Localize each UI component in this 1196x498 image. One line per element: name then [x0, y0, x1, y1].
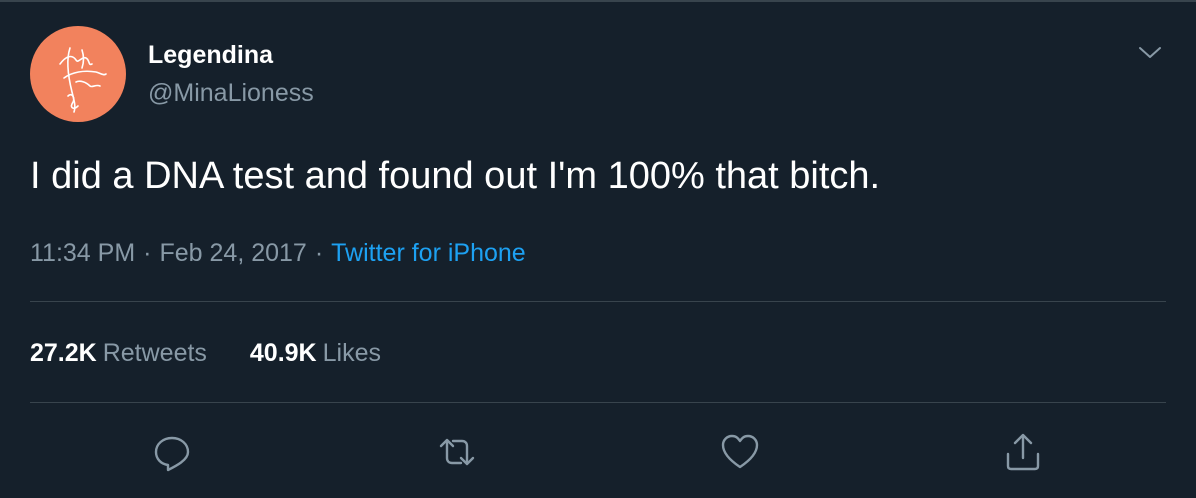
share-icon — [1006, 433, 1040, 471]
display-name[interactable]: Legendina — [148, 40, 273, 70]
tweet-card: Legendina @MinaLioness I did a DNA test … — [0, 0, 1196, 498]
retweets-label: Retweets — [102, 339, 207, 367]
reply-icon — [154, 436, 190, 472]
user-handle[interactable]: @MinaLioness — [148, 78, 314, 108]
heart-icon — [721, 434, 759, 469]
reply-button[interactable] — [152, 432, 192, 472]
tweet-date[interactable]: Feb 24, 2017 — [159, 239, 306, 267]
tweet-text: I did a DNA test and found out I'm 100% … — [30, 155, 881, 197]
retweets-stat[interactable]: 27.2K Retweets — [30, 337, 207, 369]
tweet-source-link[interactable]: Twitter for iPhone — [331, 239, 526, 267]
divider — [30, 301, 1166, 302]
avatar[interactable] — [30, 26, 126, 122]
divider — [30, 402, 1166, 403]
meta-separator: · — [143, 239, 152, 267]
retweet-button[interactable] — [437, 432, 477, 472]
chevron-down-icon[interactable] — [1134, 38, 1166, 66]
like-button[interactable] — [720, 432, 760, 472]
likes-count: 40.9K — [249, 339, 317, 367]
retweet-icon — [439, 438, 475, 466]
tweet-meta: 11:34 PM · Feb 24, 2017 · Twitter for iPhone — [30, 237, 526, 269]
retweets-count: 27.2K — [30, 339, 97, 367]
share-button[interactable] — [1003, 432, 1043, 472]
signature-logo — [59, 47, 107, 113]
tweet-time[interactable]: 11:34 PM — [30, 239, 135, 267]
tweet-stats: 27.2K Retweets 40.9K Likes — [30, 337, 417, 369]
meta-separator: · — [314, 239, 324, 267]
likes-label: Likes — [322, 339, 381, 367]
likes-stat[interactable]: 40.9K Likes — [250, 337, 381, 369]
